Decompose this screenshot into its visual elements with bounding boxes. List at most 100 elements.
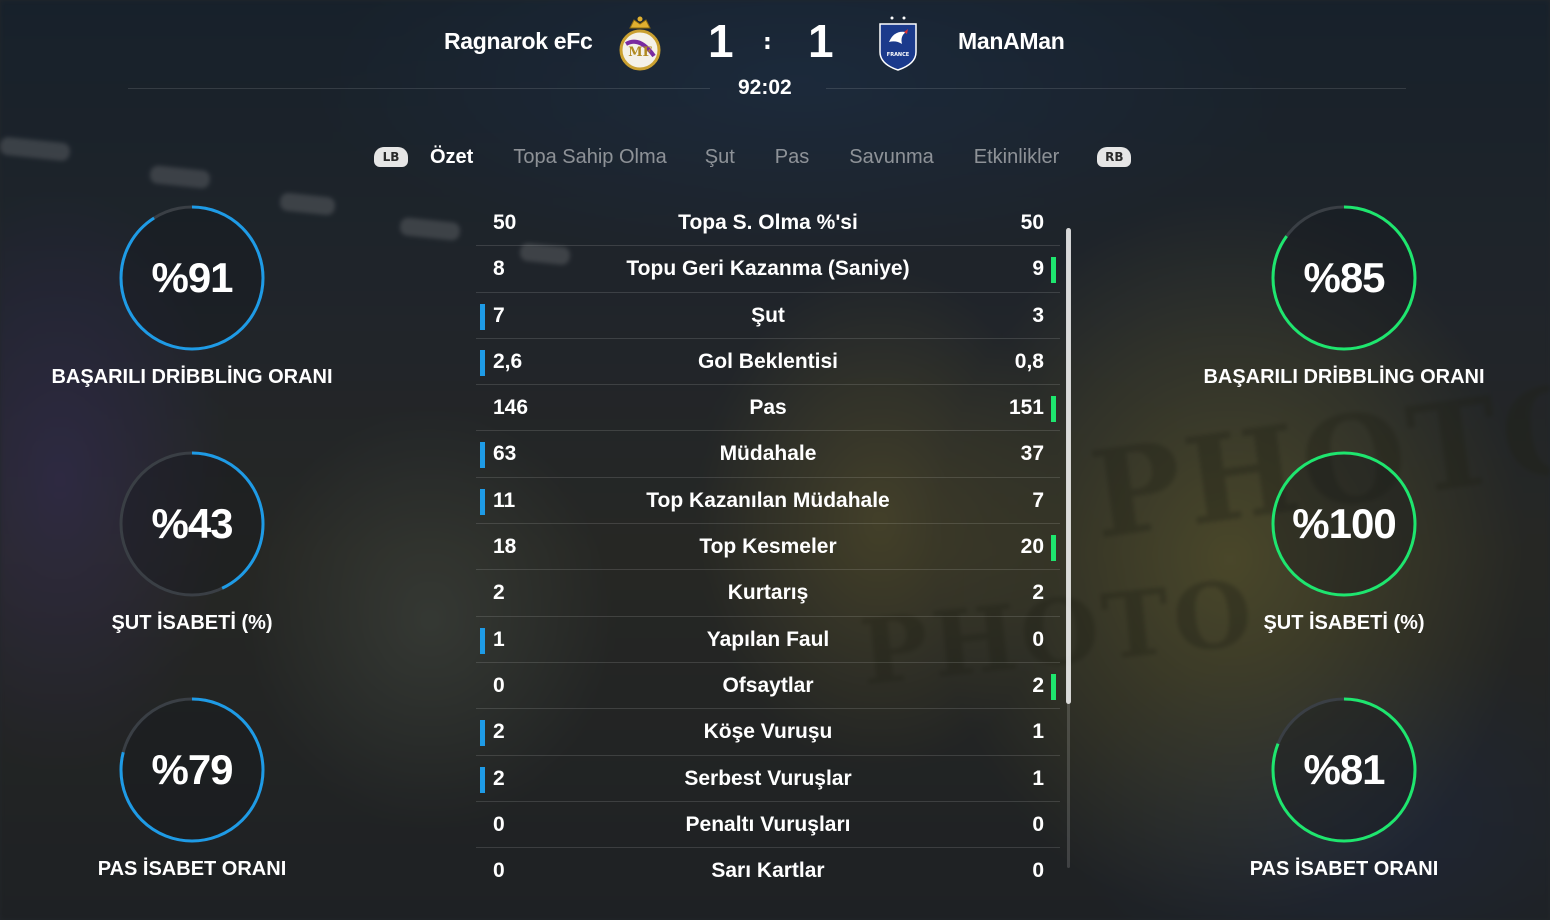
away-team-name: ManAMan	[958, 28, 1065, 54]
stat-name: Köşe Vuruşu	[703, 720, 833, 744]
match-clock: 92:02	[738, 76, 792, 99]
tab-ozet[interactable]: Özet	[430, 146, 473, 169]
away-leader-bar	[1051, 396, 1056, 423]
stat-row: 146 Pas 151	[476, 385, 1060, 432]
stat-row: 63 Müdahale 37	[476, 431, 1060, 478]
tab-pas[interactable]: Pas	[775, 146, 809, 169]
real-madrid-crest-icon: MF	[619, 16, 661, 71]
home-stat-value: 1	[493, 627, 505, 651]
ring-value: %79	[151, 746, 233, 793]
stat-name: Penaltı Vuruşları	[685, 812, 851, 836]
scrollbar-thumb[interactable]	[1066, 228, 1071, 704]
stat-row: 11 Top Kazanılan Müdahale 7	[476, 478, 1060, 525]
home-stat-value: 11	[493, 488, 516, 512]
stat-row: 50 Topa S. Olma %'si 50	[476, 200, 1060, 247]
away-stat-value: 1	[1032, 766, 1044, 790]
france-federation-crest-icon: FRANCE	[879, 16, 917, 71]
home-stat-value: 2,6	[493, 349, 523, 373]
home-team-name: Ragnarok eFc	[444, 28, 593, 54]
ring-label: PAS İSABET ORANI	[1249, 858, 1439, 880]
home-stat-value: 18	[493, 535, 517, 559]
away-dribbling-ring: %85 BAŞARILI DRİBBLİNG ORANI	[1164, 204, 1524, 389]
away-stat-value: 151	[1008, 396, 1044, 420]
home-leader-bar	[480, 488, 485, 515]
home-stat-value: 0	[493, 859, 505, 883]
away-stat-value: 9	[1032, 257, 1044, 281]
home-score: 1	[708, 15, 734, 67]
away-shot-accuracy-ring: %100 ŞUT İSABETİ (%)	[1164, 450, 1524, 635]
ring-label: BAŞARILI DRİBBLİNG ORANI	[1203, 366, 1485, 388]
ring-value: %85	[1303, 254, 1385, 301]
home-stat-value: 2	[493, 581, 505, 605]
home-stat-value: 2	[493, 766, 505, 790]
stat-name: Top Kazanılan Müdahale	[646, 488, 890, 512]
ring-value: %91	[151, 254, 233, 301]
stat-row: 8 Topu Geri Kazanma (Saniye) 9	[476, 246, 1060, 293]
lb-bumper-icon[interactable]: LB	[374, 147, 408, 167]
score-separator: :	[763, 30, 772, 55]
stat-name: Müdahale	[719, 442, 817, 466]
home-stat-value: 8	[493, 257, 505, 281]
tab-sut[interactable]: Şut	[705, 146, 735, 169]
stat-row: 2 Köşe Vuruşu 1	[476, 709, 1060, 756]
away-stat-value: 7	[1032, 488, 1044, 512]
ring-label: ŞUT İSABETİ (%)	[1263, 612, 1425, 634]
home-stat-value: 146	[493, 396, 529, 420]
stat-row: 1 Yapılan Faul 0	[476, 617, 1060, 663]
stat-name: Gol Beklentisi	[697, 349, 839, 373]
away-stat-value: 50	[1020, 211, 1044, 234]
away-stat-value: 0	[1032, 859, 1044, 883]
away-stat-value: 0,8	[1014, 349, 1044, 373]
home-dribbling-ring: %91 BAŞARILI DRİBBLİNG ORANI	[12, 204, 372, 389]
ring-label: BAŞARILI DRİBBLİNG ORANI	[51, 366, 333, 388]
away-pass-accuracy-ring: %81 PAS İSABET ORANI	[1164, 696, 1524, 881]
svg-text:FRANCE: FRANCE	[887, 52, 910, 58]
svg-text:MF: MF	[628, 45, 652, 60]
home-pass-accuracy-ring: %79 PAS İSABET ORANI	[12, 696, 372, 881]
tab-topa-sahip-olma[interactable]: Topa Sahip Olma	[513, 146, 666, 169]
home-leader-bar	[480, 766, 485, 793]
home-leader-bar	[480, 627, 485, 654]
ring-value: %100	[1292, 500, 1396, 547]
stat-name: Topu Geri Kazanma (Saniye)	[626, 257, 910, 281]
stats-tab-bar: LB Özet Topa Sahip Olma Şut Pas Savunma …	[374, 140, 1132, 174]
home-stat-value: 63	[493, 442, 517, 466]
home-leader-bar	[480, 720, 485, 747]
stat-row: 18 Top Kesmeler 20	[476, 524, 1060, 571]
away-leader-bar	[1051, 673, 1056, 700]
home-leader-bar	[480, 349, 485, 376]
stat-name: Kurtarış	[727, 581, 809, 605]
rb-bumper-icon[interactable]: RB	[1097, 147, 1132, 167]
stat-row: 0 Penaltı Vuruşları 0	[476, 802, 1060, 849]
stat-name: Pas	[749, 396, 787, 420]
away-stat-value: 0	[1032, 627, 1044, 651]
home-leader-bar	[480, 442, 485, 469]
away-score: 1	[808, 15, 834, 67]
stat-name: Yapılan Faul	[706, 627, 830, 651]
stat-row: 2 Serbest Vuruşlar 1	[476, 756, 1060, 802]
home-shot-accuracy-ring: %43 ŞUT İSABETİ (%)	[12, 450, 372, 635]
stat-row: 2,6 Gol Beklentisi 0,8	[476, 339, 1060, 386]
away-stat-value: 2	[1032, 581, 1044, 605]
away-stat-value: 2	[1032, 673, 1044, 697]
home-stat-value: 50	[493, 211, 517, 234]
away-stat-value: 1	[1032, 720, 1044, 744]
stat-row: 7 Şut 3	[476, 293, 1060, 339]
tab-savunma[interactable]: Savunma	[849, 146, 934, 169]
ring-label: PAS İSABET ORANI	[97, 858, 287, 880]
home-stat-value: 2	[493, 720, 505, 744]
stat-name: Sarı Kartlar	[711, 859, 825, 883]
away-leader-bar	[1051, 535, 1056, 562]
away-stat-value: 0	[1032, 812, 1044, 836]
stat-name: Serbest Vuruşlar	[684, 766, 852, 790]
tab-etkinlikler[interactable]: Etkinlikler	[974, 146, 1060, 169]
ring-label: ŞUT İSABETİ (%)	[111, 612, 273, 634]
match-stats-table: 50 Topa S. Olma %'si 50 8 Topu Geri Kazanma …	[476, 200, 1060, 894]
stat-name: Ofsaytlar	[722, 673, 814, 697]
away-stat-value: 20	[1020, 535, 1044, 559]
ring-value: %81	[1303, 746, 1385, 793]
away-stat-value: 37	[1020, 442, 1044, 466]
stat-row: 0 Ofsaytlar 2	[476, 663, 1060, 710]
ring-value: %43	[151, 500, 233, 547]
stat-name: Top Kesmeler	[699, 535, 837, 559]
